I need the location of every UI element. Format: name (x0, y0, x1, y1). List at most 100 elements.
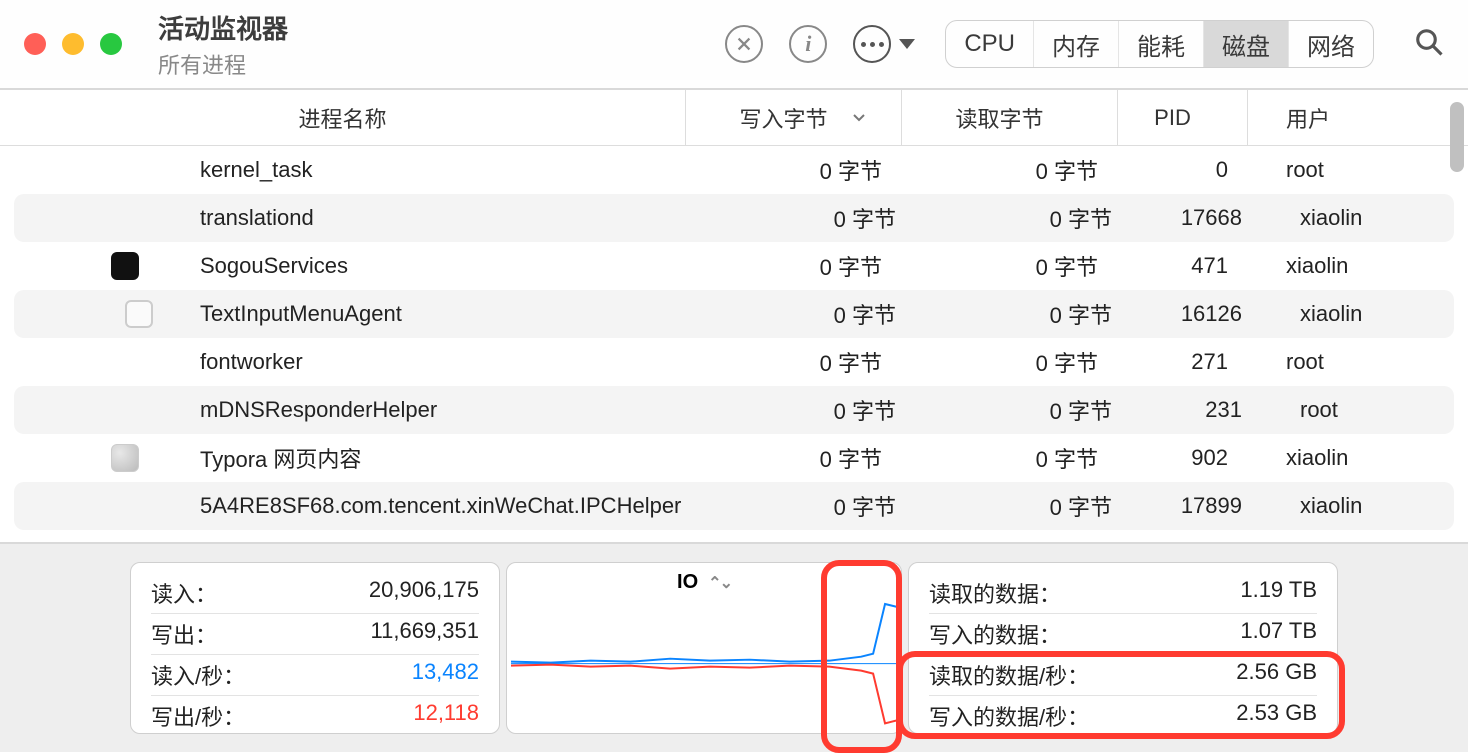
more-icon (861, 42, 884, 47)
close-window-button[interactable] (24, 33, 46, 55)
process-icon (111, 252, 139, 280)
minimize-window-button[interactable] (62, 33, 84, 55)
cell-write: 0 字节 (700, 202, 916, 234)
cell-read: 0 字节 (916, 394, 1132, 426)
cell-pid: 17899 (1132, 493, 1262, 519)
table-header: 进程名称 写入字节 读取字节 PID 用户 (0, 90, 1468, 146)
data-read-label: 读取的数据： (929, 577, 1061, 609)
table-row[interactable]: 5A4RE8SF68.com.tencent.xinWeChat.IPCHelp… (14, 482, 1454, 530)
table-row[interactable]: kernel_task0 字节0 字节0root (0, 146, 1468, 194)
zoom-window-button[interactable] (100, 33, 122, 55)
chart-title: IO (677, 571, 698, 594)
reads-label: 读入： (151, 577, 217, 609)
cell-user: root (1262, 397, 1454, 423)
process-name: translationd (200, 205, 314, 231)
data-write-row: 写入的数据： 1.07 TB (929, 614, 1317, 655)
cell-user: root (1248, 157, 1468, 183)
process-table: 进程名称 写入字节 读取字节 PID 用户 kernel_task0 字节0 字… (0, 90, 1468, 542)
process-name: SogouServices (200, 253, 348, 279)
cell-read: 0 字节 (902, 250, 1118, 282)
window-title: 活动监视器 (158, 9, 288, 46)
table-row[interactable]: fontworker0 字节0 字节271root (0, 338, 1468, 386)
data-read-row: 读取的数据： 1.19 TB (929, 573, 1317, 614)
cell-write: 0 字节 (700, 394, 916, 426)
column-header-read[interactable]: 读取字节 (902, 90, 1118, 145)
process-name: 5A4RE8SF68.com.tencent.xinWeChat.IPCHelp… (200, 493, 681, 519)
cell-write: 0 字节 (686, 346, 902, 378)
chart-selector-icon[interactable]: ⌃⌄ (708, 573, 731, 593)
column-header-user[interactable]: 用户 (1248, 102, 1468, 134)
tab-cpu[interactable]: CPU (946, 21, 1034, 67)
column-header-write[interactable]: 写入字节 (686, 90, 902, 145)
reads-ps-value: 13,482 (412, 659, 479, 691)
cell-user: xiaolin (1262, 301, 1454, 327)
data-read-ps-row: 读取的数据/秒： 2.56 GB (929, 655, 1317, 696)
writes-label: 写出： (151, 618, 217, 650)
cell-write: 0 字节 (686, 250, 902, 282)
cell-pid: 17668 (1132, 205, 1262, 231)
column-header-pid[interactable]: PID (1118, 90, 1248, 145)
cell-pid: 471 (1118, 253, 1248, 279)
scrollbar-thumb[interactable] (1450, 102, 1464, 172)
cell-pid: 0 (1118, 157, 1248, 183)
data-write-ps-label: 写入的数据/秒： (929, 700, 1089, 732)
resource-tabs: CPU内存能耗磁盘网络 (945, 20, 1374, 68)
chevron-down-icon (899, 39, 915, 49)
cell-read: 0 字节 (916, 298, 1132, 330)
writes-ps-value: 12,118 (413, 700, 479, 732)
reads-per-sec-row: 读入/秒： 13,482 (151, 655, 479, 696)
stop-process-button[interactable] (725, 25, 763, 63)
writes-ps-label: 写出/秒： (151, 700, 245, 732)
process-icon (111, 444, 139, 472)
process-name: kernel_task (200, 157, 313, 183)
inspect-process-button[interactable]: i (789, 25, 827, 63)
data-volume-box: 读取的数据： 1.19 TB 写入的数据： 1.07 TB 读取的数据/秒： 2… (908, 562, 1338, 734)
table-row[interactable]: TextInputMenuAgent0 字节0 字节16126xiaolin (14, 290, 1454, 338)
cell-read: 0 字节 (916, 202, 1132, 234)
data-write-ps-row: 写入的数据/秒： 2.53 GB (929, 696, 1317, 737)
data-read-ps-value: 2.56 GB (1236, 659, 1317, 691)
process-name: mDNSResponderHelper (200, 397, 437, 423)
table-row[interactable]: SogouServices0 字节0 字节471xiaolin (0, 242, 1468, 290)
column-header-write-label: 写入字节 (739, 102, 827, 134)
table-row[interactable]: mDNSResponderHelper0 字节0 字节231root (14, 386, 1454, 434)
tab-磁盘[interactable]: 磁盘 (1204, 21, 1289, 67)
data-write-label: 写入的数据： (929, 618, 1061, 650)
io-count-box: 读入： 20,906,175 写出： 11,669,351 读入/秒： 13,4… (130, 562, 500, 734)
process-icon (125, 300, 153, 328)
cell-read: 0 字节 (902, 346, 1118, 378)
reads-row: 读入： 20,906,175 (151, 573, 479, 614)
cell-pid: 271 (1118, 349, 1248, 375)
cell-pid: 16126 (1132, 301, 1262, 327)
cell-read: 0 字节 (902, 154, 1118, 186)
cell-user: xiaolin (1248, 253, 1468, 279)
writes-row: 写出： 11,669,351 (151, 614, 479, 655)
writes-value: 11,669,351 (371, 618, 479, 650)
process-name: fontworker (200, 349, 303, 375)
tab-内存[interactable]: 内存 (1034, 21, 1119, 67)
cell-user: root (1248, 349, 1468, 375)
process-name: TextInputMenuAgent (200, 301, 402, 327)
cell-write: 0 字节 (686, 442, 902, 474)
process-name: Typora 网页内容 (200, 442, 361, 474)
sort-descending-icon (851, 105, 867, 131)
table-row[interactable]: translationd0 字节0 字节17668xiaolin (14, 194, 1454, 242)
window-controls (24, 33, 122, 55)
column-header-name[interactable]: 进程名称 (0, 90, 686, 145)
tab-网络[interactable]: 网络 (1289, 21, 1373, 67)
io-chart: IO ⌃⌄ (506, 562, 902, 734)
disk-summary-panel: 读入： 20,906,175 写出： 11,669,351 读入/秒： 13,4… (0, 542, 1468, 752)
window-title-block: 活动监视器 所有进程 (158, 9, 288, 80)
toolbar-actions: i (725, 25, 915, 63)
tab-能耗[interactable]: 能耗 (1119, 21, 1204, 67)
table-row[interactable]: Typora 网页内容0 字节0 字节902xiaolin (0, 434, 1468, 482)
cell-pid: 902 (1118, 445, 1248, 471)
search-button[interactable] (1414, 27, 1444, 62)
cell-user: xiaolin (1248, 445, 1468, 471)
more-actions-menu[interactable] (853, 25, 915, 63)
data-read-value: 1.19 TB (1240, 577, 1317, 609)
cell-write: 0 字节 (686, 154, 902, 186)
reads-value: 20,906,175 (369, 577, 479, 609)
cell-read: 0 字节 (902, 442, 1118, 474)
io-chart-svg (511, 599, 897, 728)
